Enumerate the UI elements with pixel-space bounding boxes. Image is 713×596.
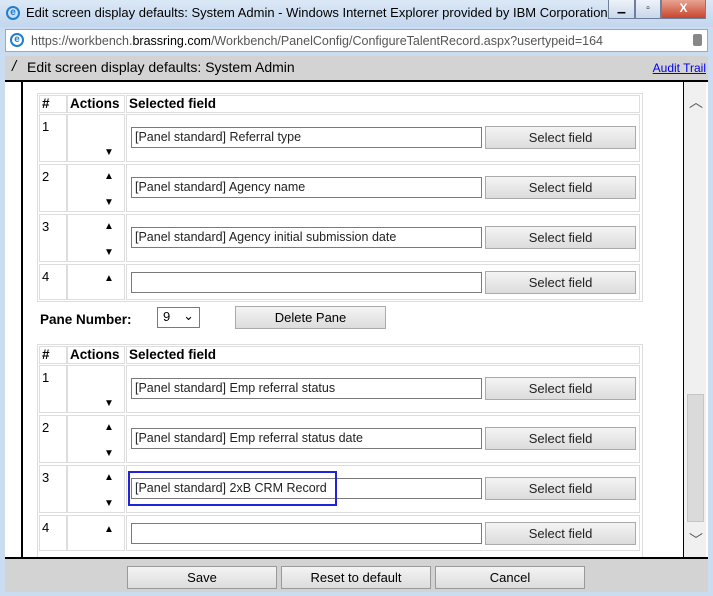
move-up-icon[interactable]: ▲ xyxy=(104,274,114,284)
row-actions: ▲ ▼ xyxy=(67,214,125,262)
row-actions: ▲ ▼ xyxy=(67,465,125,513)
scrollbar-thumb[interactable] xyxy=(687,394,704,522)
row-number: 2 xyxy=(39,415,67,463)
selected-field-input[interactable]: [Panel standard] Referral type xyxy=(131,127,482,148)
row-actions: ▼ xyxy=(67,114,125,162)
close-button[interactable]: X xyxy=(661,0,706,19)
row-actions: ▲ ▼ xyxy=(67,164,125,212)
selected-field-input[interactable]: [Panel standard] Agency initial submissi… xyxy=(131,227,482,248)
row-number: 3 xyxy=(39,465,67,513)
select-field-button[interactable]: Select field xyxy=(485,377,636,400)
move-up-icon[interactable]: ▲ xyxy=(104,222,114,232)
move-down-icon[interactable]: ▼ xyxy=(104,148,114,158)
pencil-icon: / xyxy=(12,58,17,75)
row-number: 4 xyxy=(39,264,67,300)
cancel-button[interactable]: Cancel xyxy=(435,566,585,589)
address-bar[interactable]: e https://workbench.brassring.com/Workbe… xyxy=(5,29,708,52)
select-field-button[interactable]: Select field xyxy=(485,226,636,249)
pane-number-select[interactable]: 9 ⌄ xyxy=(157,307,200,328)
audit-trail-link[interactable]: Audit Trail xyxy=(653,61,706,75)
move-down-icon[interactable]: ▼ xyxy=(104,499,114,509)
move-up-icon[interactable]: ▲ xyxy=(104,172,114,182)
selected-field-input[interactable]: [Panel standard] Emp referral status xyxy=(131,378,482,399)
pane-table-a: # Actions Selected field 1 ▼ [Panel standard]… xyxy=(37,93,643,302)
table-row: [Panel standard] 2xB CRM Record Select fi… xyxy=(126,465,640,513)
content-border xyxy=(21,82,23,557)
row-number: 1 xyxy=(39,365,67,413)
row-actions: ▼ xyxy=(67,365,125,413)
selected-field-input[interactable] xyxy=(131,272,482,293)
move-up-icon[interactable]: ▲ xyxy=(104,525,114,535)
table-row: Select field xyxy=(126,264,640,300)
dialog-header: / Edit screen display defaults: System A… xyxy=(5,56,708,80)
ie-logo-icon: e xyxy=(6,6,20,20)
pane-table-b: # Actions Selected field 1 ▼ [Panel standard]… xyxy=(37,344,643,557)
url-text[interactable]: https://workbench.brassring.com/Workbenc… xyxy=(31,34,603,48)
table-row: [Panel standard] Referral type Select fie… xyxy=(126,114,640,162)
row-actions: ▲ xyxy=(67,264,125,300)
row-number: 4 xyxy=(39,515,67,551)
dialog-footer: Save Reset to default Cancel xyxy=(5,559,708,592)
header-number: # xyxy=(39,95,67,113)
move-up-icon[interactable]: ▲ xyxy=(104,473,114,483)
select-field-button[interactable]: Select field xyxy=(485,271,636,294)
select-field-button[interactable]: Select field xyxy=(485,176,636,199)
scroll-down-icon[interactable]: ﹀ xyxy=(688,530,704,550)
save-button[interactable]: Save xyxy=(127,566,277,589)
row-number: 1 xyxy=(39,114,67,162)
window-title: Edit screen display defaults: System Adm… xyxy=(26,5,608,20)
selected-field-input[interactable]: [Panel standard] Emp referral status dat… xyxy=(131,428,482,449)
chevron-down-icon: ⌄ xyxy=(183,308,194,323)
table-row: [Panel standard] Emp referral status Sele… xyxy=(126,365,640,413)
header-actions: Actions xyxy=(67,95,125,113)
minimize-button[interactable]: ▁ xyxy=(608,0,635,19)
move-up-icon[interactable]: ▲ xyxy=(104,423,114,433)
url-domain: brassring.com xyxy=(132,34,211,48)
reset-to-default-button[interactable]: Reset to default xyxy=(281,566,431,589)
select-field-button[interactable]: Select field xyxy=(485,477,636,500)
move-down-icon[interactable]: ▼ xyxy=(104,248,114,258)
select-field-button[interactable]: Select field xyxy=(485,427,636,450)
header-actions: Actions xyxy=(67,346,125,364)
header-selected-field: Selected field xyxy=(126,95,640,113)
pane-number-value: 9 xyxy=(163,309,171,324)
move-down-icon[interactable]: ▼ xyxy=(104,198,114,208)
row-number: 3 xyxy=(39,214,67,262)
row-actions: ▲ ▼ xyxy=(67,415,125,463)
maximize-button[interactable]: ▫ xyxy=(635,0,661,19)
lock-icon xyxy=(693,34,702,46)
url-prefix: https://workbench. xyxy=(31,34,133,48)
table-row: [Panel standard] Agency initial submissi… xyxy=(126,214,640,262)
selected-field-input[interactable] xyxy=(131,523,482,544)
row-number: 2 xyxy=(39,164,67,212)
ie-page-icon: e xyxy=(10,33,24,47)
row-actions: ▲ xyxy=(67,515,125,551)
window-title-bar: e Edit screen display defaults: System A… xyxy=(0,0,713,27)
highlight-box xyxy=(128,471,337,506)
header-number: # xyxy=(39,346,67,364)
select-field-button[interactable]: Select field xyxy=(485,126,636,149)
dialog-content: # Actions Selected field 1 ▼ [Panel standard]… xyxy=(5,80,708,559)
move-down-icon[interactable]: ▼ xyxy=(104,449,114,459)
vertical-scrollbar[interactable]: ︿ ﹀ xyxy=(683,82,706,557)
url-path: /Workbench/PanelConfig/ConfigureTalentRe… xyxy=(210,34,603,48)
table-row: Select field xyxy=(126,515,640,551)
selected-field-input[interactable]: [Panel standard] Agency name xyxy=(131,177,482,198)
dialog-title: Edit screen display defaults: System Adm… xyxy=(27,59,295,75)
pane-number-label: Pane Number: xyxy=(40,312,132,327)
scroll-up-icon[interactable]: ︿ xyxy=(688,92,704,112)
table-row: [Panel standard] Emp referral status dat… xyxy=(126,415,640,463)
move-down-icon[interactable]: ▼ xyxy=(104,399,114,409)
header-selected-field: Selected field xyxy=(126,346,640,364)
delete-pane-button[interactable]: Delete Pane xyxy=(235,306,386,329)
table-row: [Panel standard] Agency name Select field xyxy=(126,164,640,212)
select-field-button[interactable]: Select field xyxy=(485,522,636,545)
